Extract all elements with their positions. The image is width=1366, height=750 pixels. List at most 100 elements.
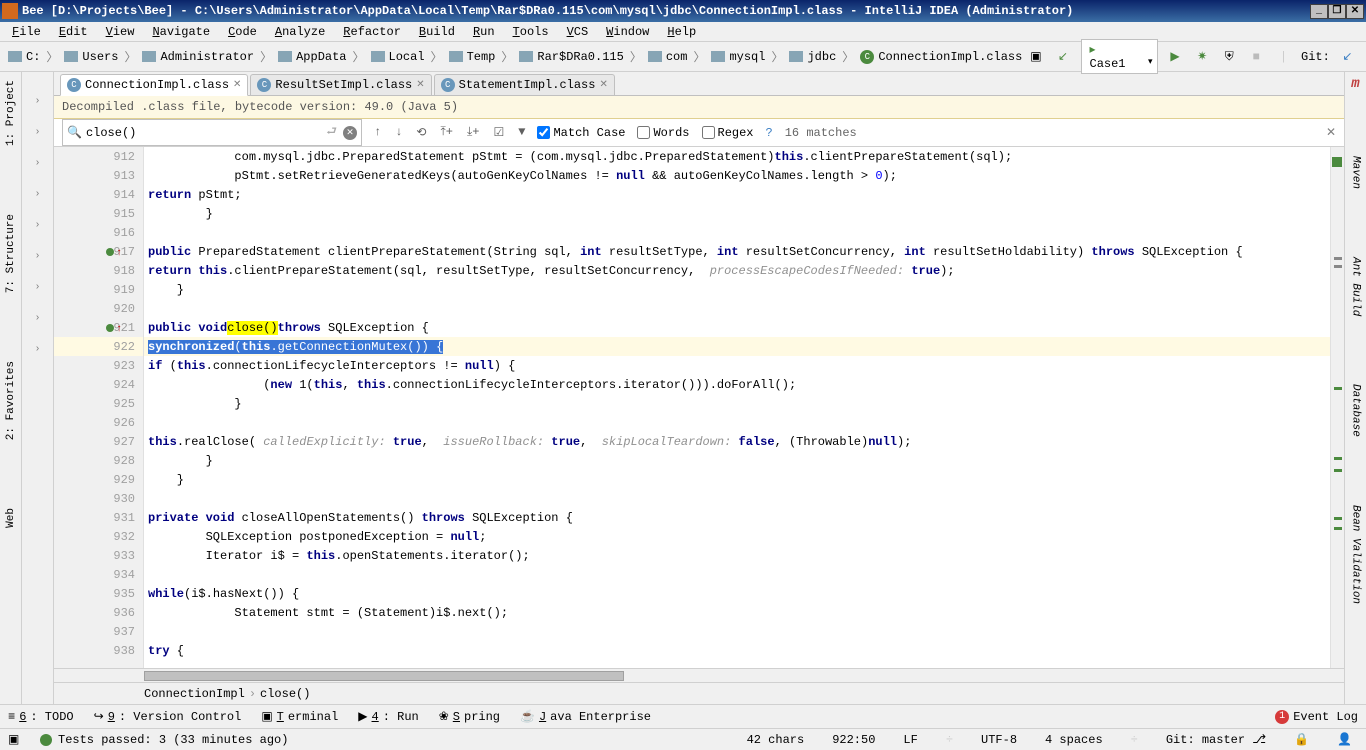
code-line[interactable]: public PreparedStatement clientPrepareSt… [144, 242, 1330, 261]
code-line[interactable]: } [144, 451, 1330, 470]
code-line[interactable]: if (this.connectionLifecycleInterceptors… [144, 356, 1330, 375]
mark-match[interactable] [1334, 527, 1342, 530]
chevron-right-icon[interactable]: › [22, 344, 53, 355]
breadcrumb-class[interactable]: ConnectionImpl [144, 687, 245, 701]
tool-window-tab[interactable]: Maven [1348, 152, 1364, 193]
mark-match[interactable] [1334, 387, 1342, 390]
gutter-line[interactable]: 924 [54, 375, 143, 394]
code-line[interactable]: this.realClose( calledExplicitly: true, … [144, 432, 1330, 451]
menu-vcs[interactable]: VCS [559, 23, 597, 41]
git-branch[interactable]: Git: master ⎇ [1160, 732, 1272, 747]
error-stripe[interactable] [1330, 147, 1344, 668]
code-line[interactable]: (new 1(this, this.connectionLifecycleInt… [144, 375, 1330, 394]
gutter-line[interactable]: 920 [54, 299, 143, 318]
menu-edit[interactable]: Edit [51, 23, 96, 41]
export-icon[interactable]: ☑ [494, 125, 505, 140]
chevron-right-icon[interactable]: › [22, 282, 53, 293]
hector-icon[interactable]: 👤 [1331, 732, 1358, 747]
breadcrumb-item[interactable]: Temp [445, 48, 500, 66]
menu-window[interactable]: Window [598, 23, 657, 41]
indent[interactable]: 4 spaces [1039, 733, 1109, 747]
gutter-line[interactable]: 938 [54, 641, 143, 660]
bottom-tool-todo[interactable]: ≡ 6: TODO [8, 710, 74, 724]
close-tab-icon[interactable]: ✕ [233, 79, 241, 91]
add-selection-icon[interactable]: ⤒+ [440, 125, 453, 140]
menu-analyze[interactable]: Analyze [267, 23, 333, 41]
tool-window-tab[interactable]: Web [3, 504, 19, 532]
close-tab-icon[interactable]: ✕ [599, 79, 607, 91]
sync-icon[interactable]: ↙ [1053, 47, 1072, 67]
maximize-button[interactable]: ❐ [1328, 4, 1346, 19]
gutter-line[interactable]: 923 [54, 356, 143, 375]
menu-help[interactable]: Help [659, 23, 704, 41]
breadcrumb-item[interactable]: jdbc [785, 48, 840, 66]
prev-match-icon[interactable]: ↑ [374, 125, 381, 140]
tool-window-tab[interactable]: 2: Favorites [3, 357, 19, 444]
minimize-button[interactable]: _ [1310, 4, 1328, 19]
gutter-line[interactable]: 936 [54, 603, 143, 622]
code-line[interactable]: Iterator i$ = this.openStatements.iterat… [144, 546, 1330, 565]
tool-window-tab[interactable]: 1: Project [3, 76, 19, 150]
encoding[interactable]: UTF-8 [975, 733, 1023, 747]
code-area[interactable]: 9129139149159169179189199209219229239249… [54, 147, 1344, 668]
code-line[interactable]: private void closeAllOpenStatements() th… [144, 508, 1330, 527]
close-find-icon[interactable]: ✕ [1326, 125, 1336, 140]
gutter-line[interactable]: 913 [54, 166, 143, 185]
gutter-line[interactable]: 915 [54, 204, 143, 223]
gutter-line[interactable]: 925 [54, 394, 143, 413]
match-case-checkbox[interactable]: Match Case [537, 126, 625, 140]
code-line[interactable]: return pStmt; [144, 185, 1330, 204]
gutter-line[interactable]: 926 [54, 413, 143, 432]
debug-icon[interactable]: ✷ [1193, 47, 1212, 67]
code-line[interactable]: pStmt.setRetrieveGeneratedKeys(autoGenKe… [144, 166, 1330, 185]
chevron-right-icon[interactable]: › [22, 127, 53, 138]
gutter-line[interactable]: 933 [54, 546, 143, 565]
mark-match[interactable] [1334, 517, 1342, 520]
code-line[interactable]: while(i$.hasNext()) { [144, 584, 1330, 603]
code-line[interactable]: return this.clientPrepareStatement(sql, … [144, 261, 1330, 280]
gutter-line[interactable]: 912 [54, 147, 143, 166]
coverage-icon[interactable]: ⛨ [1220, 47, 1239, 67]
menu-tools[interactable]: Tools [505, 23, 557, 41]
code-line[interactable] [144, 622, 1330, 641]
mark-match[interactable] [1334, 457, 1342, 460]
editor-tab[interactable]: CConnectionImpl.class✕ [60, 74, 248, 96]
build-icon[interactable]: ▣ [1026, 47, 1045, 67]
breadcrumb-item[interactable]: com [644, 48, 692, 66]
chevron-right-icon[interactable]: › [22, 189, 53, 200]
breadcrumb-item[interactable]: C: [4, 48, 44, 66]
chevron-right-icon[interactable]: › [22, 220, 53, 231]
gutter-line[interactable]: 918 [54, 261, 143, 280]
mark-occurrence[interactable] [1334, 257, 1342, 260]
code-line[interactable]: SQLException postponedException = null; [144, 527, 1330, 546]
code-line[interactable]: } [144, 280, 1330, 299]
tool-window-tab[interactable]: Ant Build [1348, 253, 1364, 320]
git-update-icon[interactable]: ↙ [1338, 47, 1357, 67]
gutter-line[interactable]: 937 [54, 622, 143, 641]
bottom-tool-run[interactable]: ▶ 4: Run [358, 709, 418, 724]
chevron-right-icon[interactable]: › [22, 251, 53, 262]
gutter-line[interactable]: 931 [54, 508, 143, 527]
editor-tab[interactable]: CStatementImpl.class✕ [434, 74, 615, 95]
code-line[interactable]: } [144, 204, 1330, 223]
code-line[interactable]: } [144, 394, 1330, 413]
code-line[interactable] [144, 565, 1330, 584]
breadcrumb-item[interactable]: Users [60, 48, 122, 66]
select-all-icon[interactable]: ⤓+ [467, 125, 480, 140]
event-log[interactable]: 1 Event Log [1275, 710, 1358, 724]
chevron-right-icon[interactable]: › [22, 96, 53, 107]
gutter-line[interactable]: 921 [54, 318, 143, 337]
caret-position[interactable]: 922:50 [826, 733, 881, 747]
code-line[interactable]: Statement stmt = (Statement)i$.next(); [144, 603, 1330, 622]
gutter-line[interactable]: 927 [54, 432, 143, 451]
editor-tab[interactable]: CResultSetImpl.class✕ [250, 74, 431, 95]
code-line[interactable]: public void close() throws SQLException … [144, 318, 1330, 337]
breadcrumb-item[interactable]: Local [367, 48, 429, 66]
chevron-right-icon[interactable]: › [22, 158, 53, 169]
code-text[interactable]: com.mysql.jdbc.PreparedStatement pStmt =… [144, 147, 1330, 668]
breadcrumb-method[interactable]: close() [260, 687, 310, 701]
gutter-line[interactable]: 932 [54, 527, 143, 546]
bottom-tool-terminal[interactable]: ▣ Terminal [261, 709, 338, 724]
code-line[interactable] [144, 413, 1330, 432]
regex-checkbox[interactable]: Regex [702, 126, 754, 140]
